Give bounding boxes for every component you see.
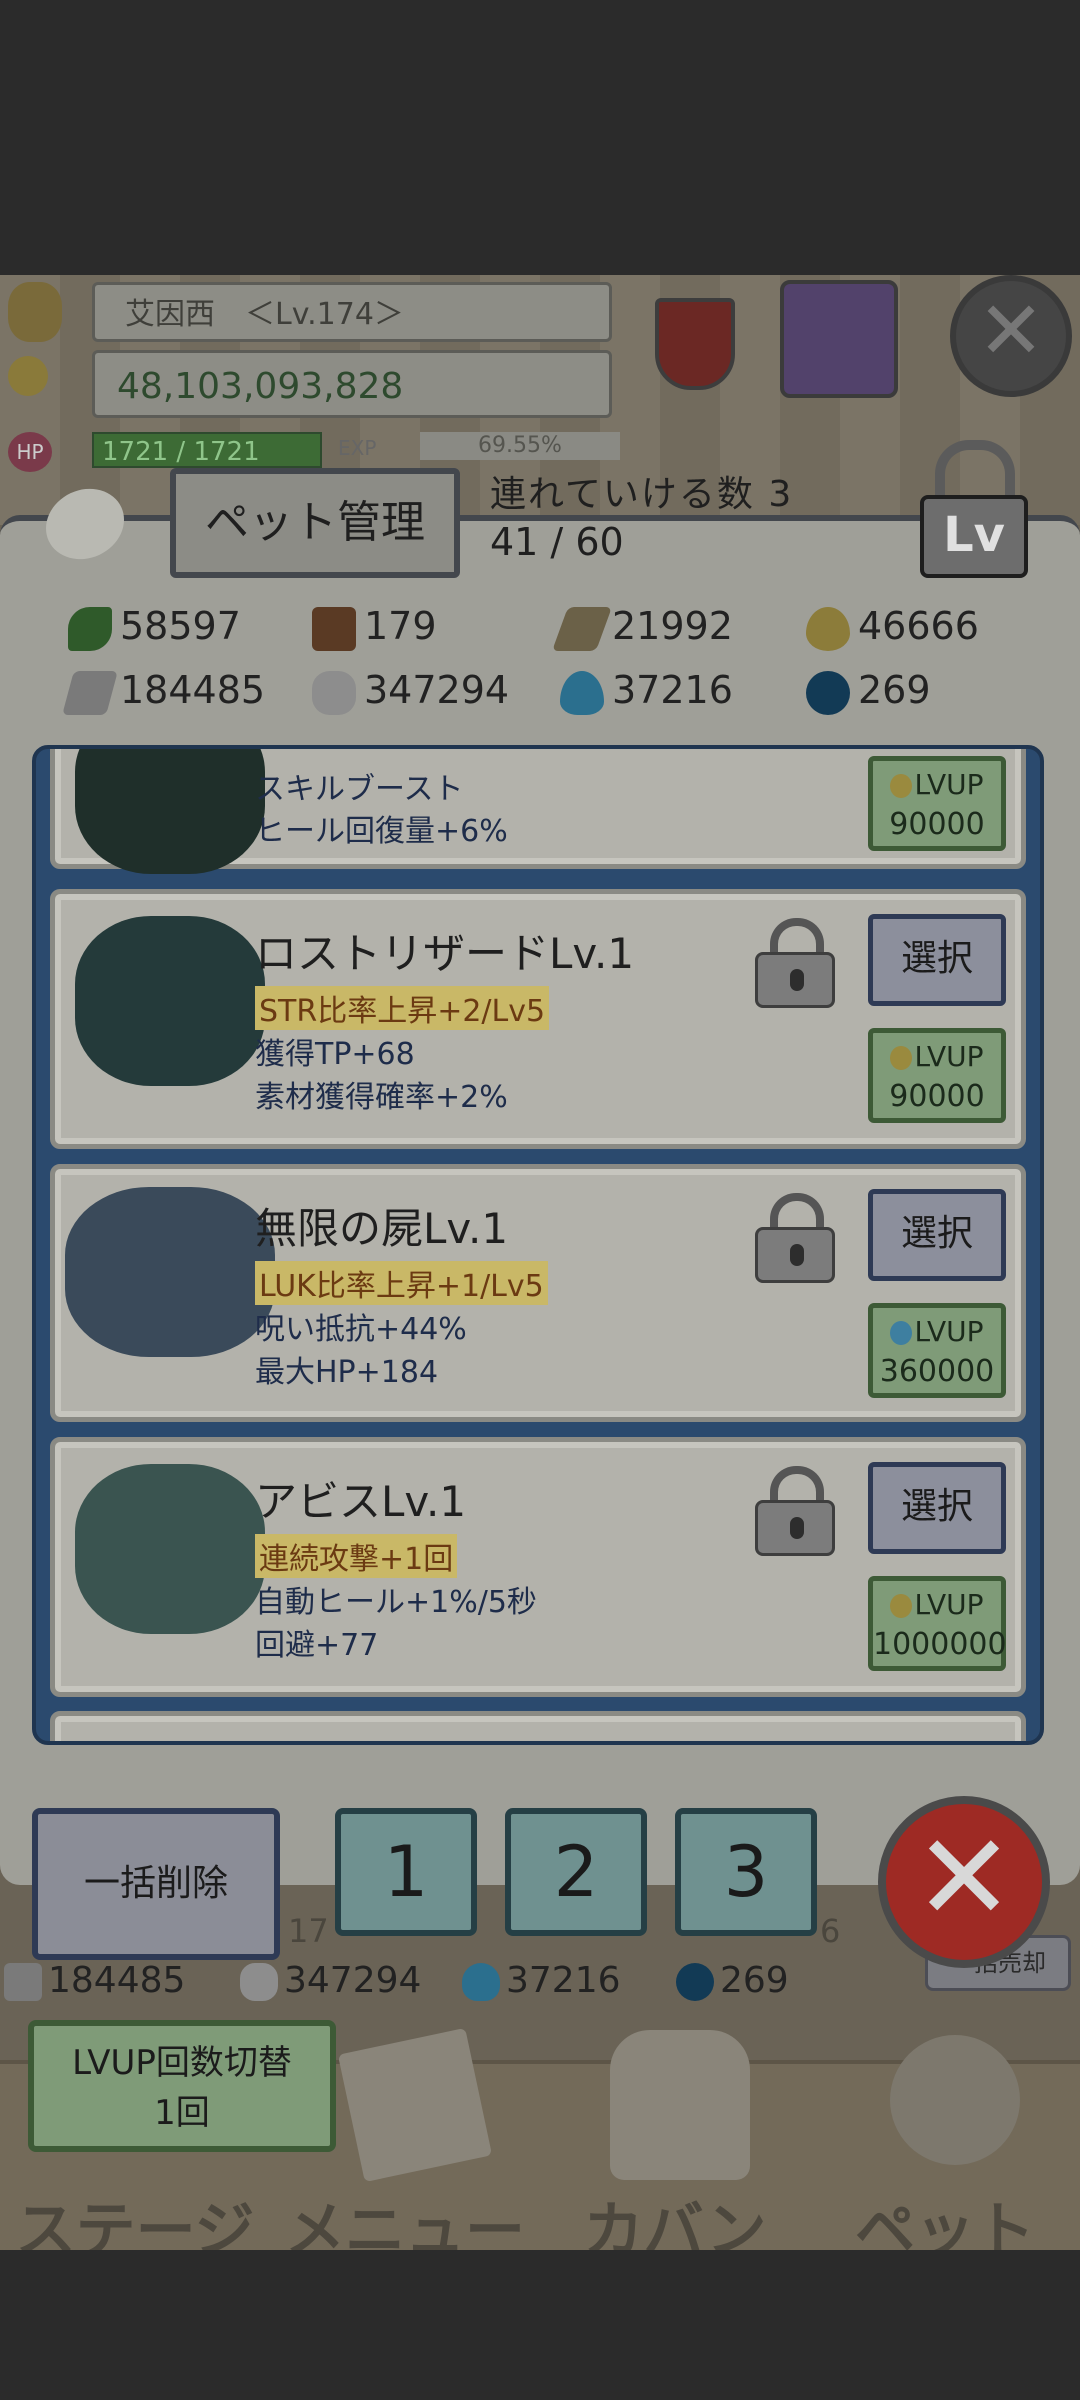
pet-card[interactable]: アビスLv.1 連続攻撃+1回 自動ヒール+1%/5秒 回避+77 選択 LVU… <box>50 1437 1026 1697</box>
pet-stat: 回避+77 <box>255 1628 379 1663</box>
close-icon: ✕ <box>913 1809 1015 1948</box>
pet-card[interactable]: ロストリザードLv.1 STR比率上昇+2/Lv5 獲得TP+68 素材獲得確率… <box>50 889 1026 1149</box>
pet-card[interactable]: 無限の屍Lv.1 LUK比率上昇+1/Lv5 呪い抵抗+44% 最大HP+184… <box>50 1164 1026 1422</box>
slot-3-button[interactable]: 3 <box>675 1808 817 1936</box>
shield-icon[interactable] <box>655 298 735 390</box>
player-name-level: 艾因西 ＜Lv.174＞ <box>92 282 612 342</box>
pet-stat: 呪い抵抗+44% <box>255 1312 467 1347</box>
resource-gold-drop: 46666 <box>806 600 979 652</box>
resource-leaf: 58597 <box>68 600 241 652</box>
hp-bar: 1721 / 1721 <box>92 432 322 468</box>
pet-list[interactable]: スキルブースト ヒール回復量+6% LVUP 90000 ロストリザードLv.1… <box>32 745 1044 1745</box>
lock-icon[interactable] <box>755 1466 835 1556</box>
pet-sprite-lost-lizard <box>75 916 265 1086</box>
skull-pet-icon <box>890 2035 1020 2165</box>
pet-stat: 獲得TP+68 <box>255 1037 415 1072</box>
iron-ingot-icon <box>4 1963 42 2001</box>
pet-sprite-infinite-corpse <box>65 1187 275 1357</box>
exp-label: EXP <box>338 436 377 460</box>
lvup-count-toggle-button[interactable]: LVUP回数切替 1回 <box>28 2020 336 2152</box>
dark-orb-icon <box>806 670 850 715</box>
gold-drop-icon <box>890 774 913 798</box>
pet-sprite <box>75 749 265 874</box>
pet-card[interactable]: スキルブースト ヒール回復量+6% LVUP 90000 <box>50 749 1026 874</box>
dark-orb-icon <box>676 1963 714 2001</box>
bottom-resource-ingot: 184485 <box>4 1960 185 2001</box>
capacity-label: 連れていける数 3 <box>490 474 794 515</box>
capacity-count: 41 / 60 <box>490 520 624 564</box>
system-nav-bar <box>0 2250 1080 2400</box>
gold-drop-icon <box>890 1046 913 1070</box>
gift-box-icon[interactable] <box>780 280 898 398</box>
pet-stat: ヒール回復量+6% <box>255 814 508 849</box>
lock-icon[interactable] <box>755 918 835 1008</box>
pet-name: ロストリザードLv.1 <box>255 929 635 978</box>
lvup-button[interactable]: LVUP 90000 <box>868 756 1006 851</box>
pet-stat: 最大HP+184 <box>255 1355 439 1390</box>
pet-stat: 素材獲得確率+2% <box>255 1080 508 1115</box>
resource-dark-orb: 269 <box>806 664 931 716</box>
ore-icon <box>312 670 356 715</box>
lock-icon[interactable] <box>755 1193 835 1283</box>
level-lock-button[interactable]: Lv <box>910 440 1030 578</box>
gold-drop-icon <box>890 1594 913 1618</box>
iron-ingot-icon <box>62 670 118 715</box>
hp-heart-icon: HP <box>8 432 52 472</box>
lvup-button[interactable]: LVUP 360000 <box>868 1303 1006 1398</box>
slot-1-button[interactable]: 1 <box>335 1808 477 1936</box>
resource-plank: 21992 <box>551 600 733 652</box>
slot-2-button[interactable]: 2 <box>505 1808 647 1936</box>
resource-wood: 179 <box>312 600 437 652</box>
blue-flame-icon <box>890 1321 913 1345</box>
pet-bonus-highlight: 連続攻撃+1回 <box>255 1534 458 1578</box>
select-button[interactable]: 選択 <box>868 1189 1006 1281</box>
delete-all-button[interactable]: 一括削除 <box>32 1808 280 1960</box>
gold-coin-icon <box>8 356 48 396</box>
gold-amount: 48,103,093,828 <box>92 350 612 418</box>
pet-stat: 自動ヒール+1%/5秒 <box>255 1585 537 1620</box>
backpack-icon <box>610 2030 750 2180</box>
book-icon <box>337 2027 493 2183</box>
player-avatar <box>8 282 62 342</box>
select-button[interactable]: 選択 <box>868 1462 1006 1554</box>
wood-log-icon <box>312 606 356 651</box>
panel-title: ペット管理 <box>170 468 460 578</box>
close-panel-button[interactable]: ✕ <box>878 1796 1050 1968</box>
bottom-resource-flame: 37216 <box>462 1960 621 2001</box>
pet-card[interactable] <box>50 1711 1026 1741</box>
pet-name: アビスLv.1 <box>255 1477 467 1526</box>
pet-stat: スキルブースト <box>255 772 464 807</box>
resource-ingot: 184485 <box>62 664 265 716</box>
blue-flame-icon <box>462 1963 500 2001</box>
lvup-button[interactable]: LVUP 1000000 <box>868 1576 1007 1671</box>
bottom-resource-orb: 269 <box>676 1960 789 2001</box>
pet-bonus-highlight: LUK比率上昇+1/Lv5 <box>255 1261 548 1305</box>
plank-icon <box>551 606 613 651</box>
select-button[interactable]: 選択 <box>868 914 1006 1006</box>
pet-sprite-abyss <box>75 1464 265 1634</box>
lvup-button[interactable]: LVUP 90000 <box>868 1028 1006 1123</box>
close-icon[interactable]: ✕ <box>950 275 1072 397</box>
ore-icon <box>240 1963 278 2001</box>
exp-bar: 69.55% <box>420 432 620 460</box>
bottom-resource-ore: 347294 <box>240 1960 421 2001</box>
gold-drop-icon <box>806 606 850 651</box>
leaf-icon <box>68 606 112 651</box>
pet-name: 無限の屍Lv.1 <box>255 1204 509 1253</box>
resource-blue-flame: 37216 <box>560 664 733 716</box>
resource-ore: 347294 <box>312 664 509 716</box>
lv-lock-icon: Lv <box>920 495 1028 578</box>
pet-bonus-highlight: STR比率上昇+2/Lv5 <box>255 986 550 1030</box>
blue-flame-icon <box>560 670 604 715</box>
background-number: 17 <box>288 1912 329 1950</box>
background-number: 6 <box>820 1912 841 1950</box>
